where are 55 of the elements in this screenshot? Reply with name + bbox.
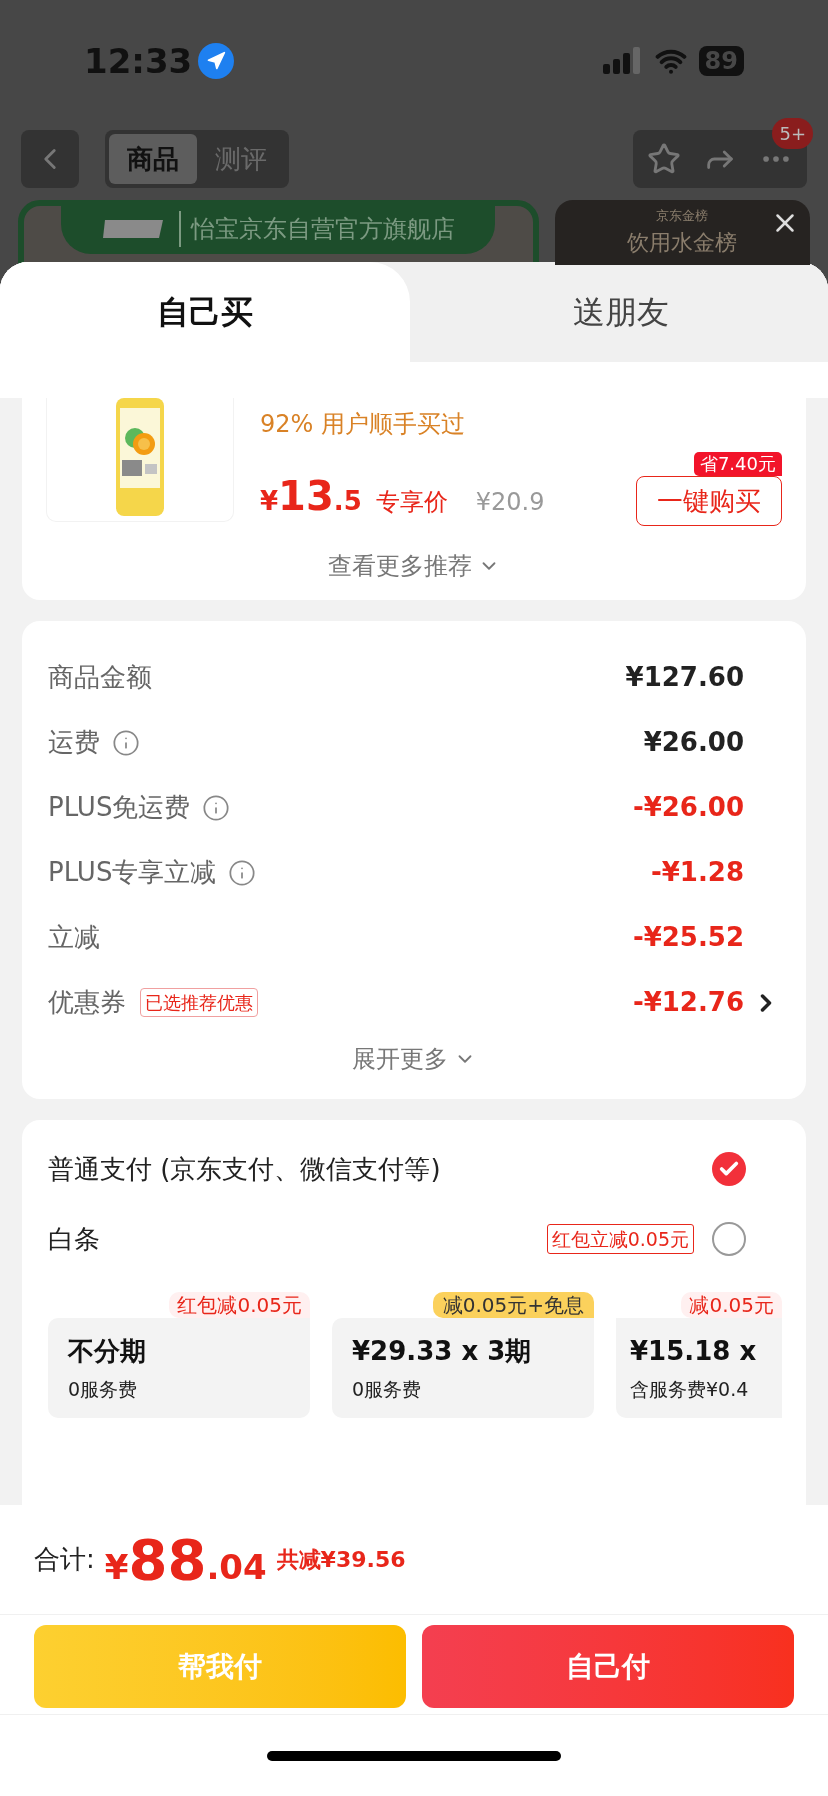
notification-badge: 5+	[772, 118, 813, 149]
fee-label: 优惠券	[48, 986, 126, 1019]
fee-label: 立减	[48, 921, 100, 954]
plan-tag: 红包减0.05元	[169, 1292, 310, 1318]
fee-label: 运费	[48, 726, 100, 759]
radio-button[interactable]	[712, 1152, 746, 1186]
star-icon[interactable]	[647, 142, 681, 176]
info-icon[interactable]	[112, 728, 140, 757]
total-amount: ¥88.04	[104, 1525, 267, 1594]
plan-title: ¥15.18 x	[630, 1335, 758, 1368]
total-savings: 共减¥39.56	[276, 1546, 406, 1574]
plan-fee: 0服务费	[68, 1377, 139, 1402]
price-label: 专享价	[375, 487, 448, 518]
segment-tab[interactable]: 商品	[109, 134, 197, 184]
location-icon	[198, 43, 235, 79]
fee-label: PLUS免运费	[48, 791, 191, 824]
saving-badge: 省7.40元	[693, 452, 782, 476]
fee-amount: -¥25.52	[632, 921, 744, 954]
payment-option-label: 白条	[48, 1222, 100, 1256]
plan-fee: 0服务费	[352, 1377, 423, 1402]
info-icon[interactable]	[202, 793, 231, 822]
fee-amount: -¥12.76	[632, 986, 744, 1019]
fee-amount: -¥26.00	[632, 791, 744, 824]
installment-card[interactable]: ¥29.33 x 3期 0服务费	[332, 1318, 594, 1418]
fee-amount: ¥127.60	[625, 661, 744, 694]
more-recommendations-link[interactable]: 查看更多推荐	[328, 548, 500, 584]
payment-option-label: 普通支付 (京东支付、微信支付等)	[48, 1152, 441, 1186]
exclusive-price: ¥13.5	[260, 472, 362, 521]
plan-fee: 含服务费¥0.4	[630, 1377, 750, 1402]
installment-card[interactable]: ¥15.18 x 含服务费¥0.4	[616, 1318, 782, 1418]
fee-amount: ¥26.00	[643, 726, 744, 759]
fee-label: PLUS专享立减	[48, 856, 217, 889]
installment-card[interactable]: 不分期 0服务费	[48, 1318, 310, 1418]
plan-tag: 减0.05元	[681, 1292, 782, 1318]
sheet-tab[interactable]: 自己买	[0, 262, 410, 362]
purchase-stat: 92% 用户顺手买过	[260, 409, 466, 440]
fee-label: 商品金额	[48, 661, 152, 694]
plan-title: 不分期	[68, 1335, 147, 1368]
quick-buy-button[interactable]: 一键购买	[636, 476, 782, 526]
expand-more-link[interactable]: 展开更多	[352, 1041, 476, 1077]
ranking-title: 饮用水金榜	[627, 228, 738, 257]
fee-amount: -¥1.28	[650, 856, 744, 889]
plan-title: ¥29.33 x 3期	[352, 1335, 533, 1368]
pay-button[interactable]: 自己付	[422, 1625, 794, 1708]
coupon-tag: 已选推荐优惠	[140, 988, 258, 1017]
ranking-brand: 京东金榜	[656, 207, 709, 225]
plan-tag: 减0.05元+免息	[432, 1292, 594, 1318]
promo-tag: 红包立减0.05元	[546, 1223, 694, 1255]
original-price: ¥20.9	[475, 487, 545, 518]
back-button[interactable]	[21, 130, 79, 188]
info-icon[interactable]	[228, 858, 257, 887]
radio-button[interactable]	[712, 1222, 746, 1256]
store-name: 怡宝京东自营官方旗舰店	[179, 211, 456, 247]
total-label: 合计:	[34, 1543, 95, 1576]
signal-icon	[602, 46, 643, 76]
